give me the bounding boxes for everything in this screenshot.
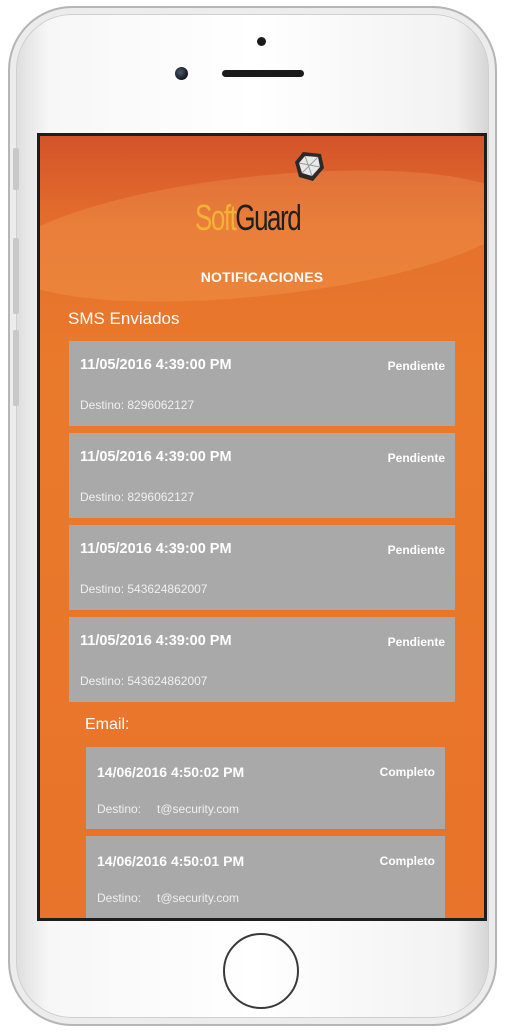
- destino-value: 543624862007: [127, 582, 208, 596]
- email-destination: Destino: t@security.com: [97, 802, 239, 816]
- destino-label: Destino:: [97, 891, 142, 905]
- destino-value: 8296062127: [127, 490, 195, 504]
- destino-value: 8296062127: [127, 398, 195, 412]
- destino-value: t@security.com: [157, 891, 240, 905]
- email-card[interactable]: 14/06/2016 4:50:01 PM Completo Destino: t…: [86, 836, 445, 918]
- sms-date: 11/05/2016 4:39:00 PM: [80, 449, 232, 465]
- sms-card[interactable]: 11/05/2016 4:39:00 PM Pendiente Destino:…: [69, 617, 455, 702]
- destino-value: t@security.com: [157, 802, 240, 816]
- sms-card[interactable]: 11/05/2016 4:39:00 PM Pendiente Destino:…: [69, 433, 455, 518]
- proximity-sensor: [257, 37, 266, 46]
- sms-card[interactable]: 11/05/2016 4:39:00 PM Pendiente Destino:…: [69, 525, 455, 610]
- sms-date: 11/05/2016 4:39:00 PM: [80, 541, 232, 557]
- volume-up-button: [13, 238, 19, 314]
- destino-label: Destino:: [80, 582, 125, 596]
- sms-destination: Destino: 543624862007: [80, 582, 207, 596]
- earpiece-speaker: [222, 70, 304, 77]
- sms-destination: Destino: 543624862007: [80, 674, 207, 688]
- phone-screen: SoftGuard NOTIFICACIONES SMS Enviados 11…: [37, 133, 487, 921]
- email-section-label: Email:: [85, 716, 130, 733]
- volume-down-button: [13, 330, 19, 406]
- shield-logo-icon: [295, 152, 324, 181]
- sms-card[interactable]: 11/05/2016 4:39:00 PM Pendiente Destino:…: [69, 341, 455, 426]
- email-card[interactable]: 14/06/2016 4:50:02 PM Completo Destino: t…: [86, 747, 445, 829]
- softguard-logo: SoftGuard: [195, 152, 335, 238]
- app-view: SoftGuard NOTIFICACIONES SMS Enviados 11…: [40, 136, 484, 918]
- destino-value: 543624862007: [127, 674, 208, 688]
- status-badge: Completo: [379, 765, 435, 779]
- status-badge: Pendiente: [387, 543, 445, 557]
- sms-destination: Destino: 8296062127: [80, 490, 194, 504]
- front-camera: [175, 67, 188, 80]
- home-button[interactable]: [223, 933, 299, 1009]
- destino-label: Destino:: [97, 802, 142, 816]
- page-title: NOTIFICACIONES: [200, 269, 324, 285]
- email-destination: Destino: t@security.com: [97, 891, 239, 905]
- logo-guard-text: Guard: [235, 197, 301, 238]
- sms-section-label: SMS Enviados: [68, 309, 180, 328]
- status-badge: Pendiente: [387, 451, 445, 465]
- sms-date: 11/05/2016 4:39:00 PM: [80, 633, 232, 649]
- destino-label: Destino:: [80, 398, 125, 412]
- sms-date: 11/05/2016 4:39:00 PM: [80, 357, 232, 373]
- destino-label: Destino:: [80, 490, 125, 504]
- status-badge: Completo: [379, 854, 435, 868]
- sms-destination: Destino: 8296062127: [80, 398, 194, 412]
- email-date: 14/06/2016 4:50:01 PM: [97, 853, 245, 869]
- status-badge: Pendiente: [387, 359, 445, 373]
- email-date: 14/06/2016 4:50:02 PM: [97, 764, 245, 780]
- mute-switch: [13, 148, 19, 190]
- logo-soft-text: Soft: [195, 197, 237, 238]
- destino-label: Destino:: [80, 674, 125, 688]
- status-badge: Pendiente: [387, 635, 445, 649]
